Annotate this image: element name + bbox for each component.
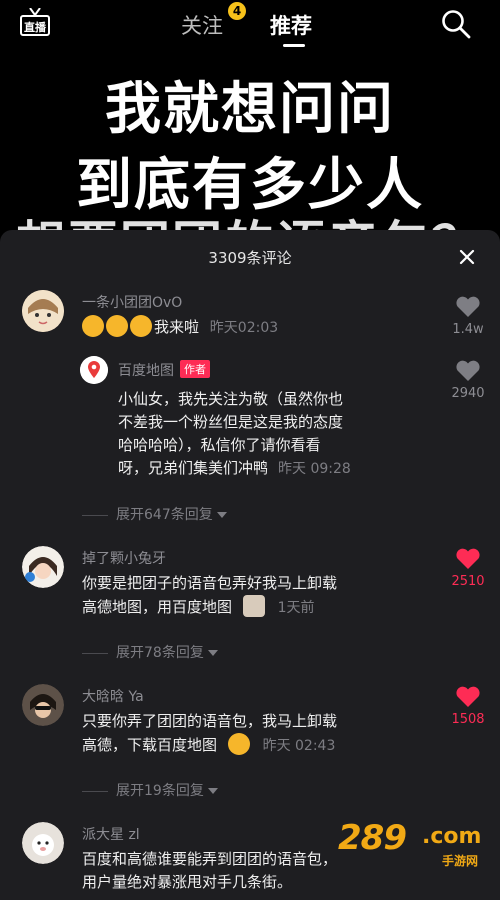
- caret-down-icon: [207, 788, 218, 794]
- heart-icon: [456, 548, 480, 569]
- comments-header: 3309条评论: [0, 230, 500, 282]
- comment-username[interactable]: 大晗晗 Ya: [82, 686, 144, 706]
- comments-count-title: 3309条评论: [208, 249, 292, 267]
- comment-line: 呀，兄弟们集美们冲鸭 昨天 09:28: [118, 459, 351, 477]
- comment-text-content: 我来啦: [154, 318, 200, 336]
- laugh-emoji-icon: [82, 315, 104, 337]
- site-watermark-logo: 289 .com 手游网: [338, 818, 488, 878]
- avatar[interactable]: [22, 546, 64, 588]
- active-tab-indicator: [283, 44, 305, 47]
- comment-line: 不差我一个粉丝但是这是我的态度: [118, 413, 344, 431]
- heart-icon: [456, 296, 480, 317]
- comments-sheet: 3309条评论 一条小团团OvO 我来啦 昨天02:03 1.4w 百度地图 作…: [0, 230, 500, 900]
- heart-icon: [456, 360, 480, 381]
- heart-icon: [456, 686, 480, 707]
- comment-time: 昨天 09:28: [278, 461, 351, 477]
- video-caption-line-1: 我就想问问: [105, 77, 395, 142]
- top-bar: 直播 关注 4 推荐: [0, 0, 500, 50]
- like-count: 1508: [451, 712, 485, 727]
- like-count: 1.4w: [452, 322, 484, 337]
- comment-time: 昨天 02:43: [262, 738, 336, 754]
- comment-time: 昨天02:03: [209, 320, 279, 336]
- cat-emoji-icon: [242, 595, 265, 617]
- watermark-subtitle: 手游网: [442, 854, 479, 868]
- expand-replies-button[interactable]: 展开647条回复: [82, 504, 227, 524]
- live-tv-icon[interactable]: 直播: [20, 8, 50, 36]
- close-icon[interactable]: [456, 246, 478, 268]
- comment-line: 小仙女，我先关注为敬（虽然你也: [118, 390, 344, 408]
- avatar[interactable]: [22, 684, 64, 726]
- comment-line: 你要是把团子的语音包弄好我马上卸载: [82, 574, 338, 592]
- comment-username[interactable]: 掉了颗小兔牙: [82, 548, 166, 568]
- comment-username[interactable]: 派大星 zl: [82, 824, 140, 844]
- laugh-emoji-icon: [106, 315, 128, 337]
- watermark-number: 289: [338, 818, 407, 858]
- laugh-emoji-icon: [130, 315, 152, 337]
- comment-username[interactable]: 一条小团团OvO: [82, 292, 182, 312]
- comment-text: 只要你弄了团团的语音包，我马上卸载 高德，下载百度地图 昨天 02:43: [82, 710, 432, 758]
- tab-follow[interactable]: 关注: [181, 10, 223, 40]
- comment-text: 小仙女，我先关注为敬（虽然你也 不差我一个粉丝但是这是我的态度 哈哈哈哈），私信…: [118, 388, 438, 481]
- like-count: 2510: [451, 574, 485, 589]
- expand-replies-button[interactable]: 展开19条回复: [82, 780, 218, 800]
- expand-replies-button[interactable]: 展开78条回复: [82, 642, 218, 662]
- tab-recommend[interactable]: 推荐: [270, 10, 312, 40]
- like-button[interactable]: 2940: [438, 360, 498, 401]
- comment-text: 我来啦 昨天02:03: [82, 315, 278, 340]
- map-pin-icon: [80, 356, 108, 384]
- comment-line: 只要你弄了团团的语音包，我马上卸载: [82, 712, 338, 730]
- author-tag: 作者: [180, 360, 210, 378]
- comment-line: 高德，下载百度地图 昨天 02:43: [82, 733, 432, 758]
- search-icon[interactable]: [440, 8, 472, 40]
- like-count: 2940: [451, 386, 485, 401]
- like-button[interactable]: 2510: [438, 548, 498, 589]
- caret-down-icon: [207, 650, 218, 656]
- comment-line: 哈哈哈哈），私信你了请你看看: [118, 436, 321, 454]
- like-button[interactable]: 1.4w: [438, 296, 498, 337]
- comment-text: 你要是把团子的语音包弄好我马上卸载 高德地图，用百度地图 1天前: [82, 572, 432, 620]
- comment-time: 1天前: [277, 600, 315, 616]
- comment-username: 百度地图 作者: [118, 360, 210, 380]
- caret-down-icon: [216, 512, 227, 518]
- avatar[interactable]: [22, 290, 64, 332]
- like-button[interactable]: 1508: [438, 686, 498, 727]
- avatar[interactable]: [22, 822, 64, 864]
- comment-line: 高德地图，用百度地图 1天前: [82, 595, 432, 620]
- avatar[interactable]: [80, 356, 108, 384]
- follow-badge: 4: [228, 2, 246, 20]
- thinking-emoji-icon: [227, 733, 250, 755]
- reply-username[interactable]: 百度地图: [118, 363, 174, 379]
- live-label: 直播: [24, 21, 46, 34]
- watermark-domain: .com: [422, 824, 482, 849]
